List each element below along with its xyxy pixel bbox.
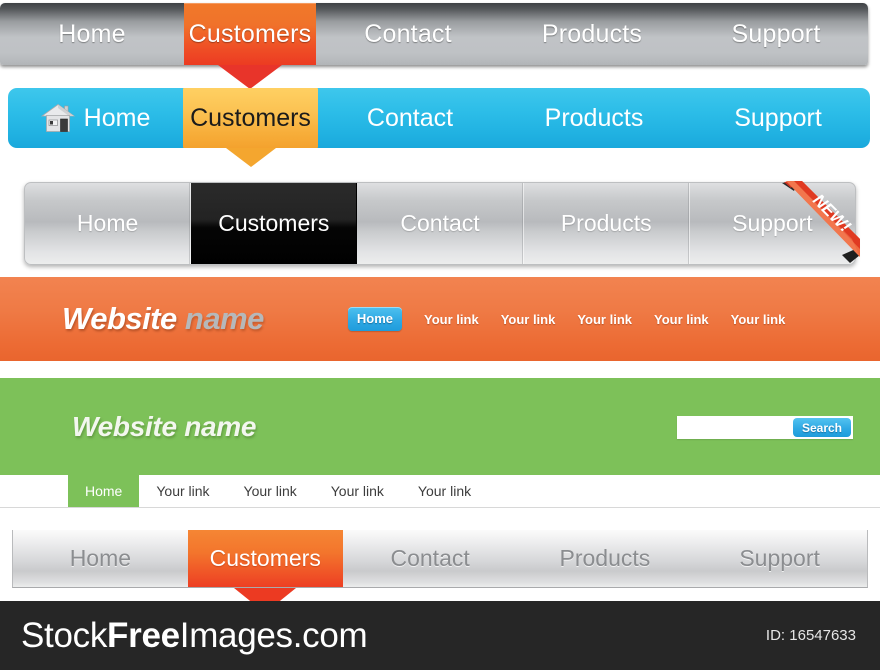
tab-your-link-3[interactable]: Your link [314, 475, 401, 507]
brand-part2: Free [107, 615, 180, 655]
nav-item-home[interactable]: Home [8, 88, 183, 148]
nav-item-label: Home [58, 19, 126, 48]
nav-item-label: Support [731, 19, 821, 48]
nav-item-label: Home [69, 545, 132, 571]
nav-item-products[interactable]: Products [524, 183, 690, 264]
nav-item-home[interactable]: Home [25, 183, 192, 264]
tab-label: Your link [156, 483, 210, 499]
image-id-label: ID: 16547633 [765, 627, 856, 644]
nav-item-contact[interactable]: Contact [316, 3, 500, 65]
nav-bar-silver-panel: Home Customers Contact Products Support [24, 182, 856, 265]
nav-item-label: Contact [366, 103, 454, 132]
search-box: Search [627, 416, 853, 439]
nav-item-products[interactable]: Products [500, 3, 684, 65]
nav-item-support[interactable]: Support [690, 183, 855, 264]
nav-item-label: Contact [390, 545, 470, 571]
nav-item-label: Customers [188, 19, 312, 48]
brand-part1: Stock [21, 615, 108, 655]
tab-label: Your link [243, 483, 297, 499]
nav-item-products[interactable]: Products [502, 88, 686, 148]
nav-item-home[interactable]: Home [0, 3, 184, 65]
nav-item-label: Support [732, 210, 813, 236]
nav-item-label: Products [541, 19, 643, 48]
nav-item-support[interactable]: Support [692, 530, 867, 587]
nav-item-contact[interactable]: Contact [318, 88, 502, 148]
site-logo: Website name [72, 410, 257, 442]
nav-item-support[interactable]: Support [684, 3, 868, 65]
site-logo: Website name [62, 301, 264, 337]
search-button[interactable]: Search [792, 418, 851, 437]
nav-item-label: Products [560, 210, 652, 236]
nav-item-support[interactable]: Support [686, 88, 870, 148]
nav-item-customers-active[interactable]: Customers [184, 3, 316, 89]
link-home-active[interactable]: Home [347, 307, 403, 331]
nav-item-contact[interactable]: Contact [357, 183, 524, 264]
watermark-footer: StockFreeImages.com ID: 16547633 [0, 601, 880, 670]
nav-bar-dark-grey: Home Customers Contact Products Support [0, 3, 868, 89]
header-links: Home Your link Your link Your link Your … [347, 307, 786, 331]
nav-bar-light-silver: Home Customers Contact Products Support [12, 530, 868, 613]
nav-item-label: Home [76, 210, 139, 236]
brand-part3: Images.com [179, 615, 368, 655]
nav-item-label: Customers [218, 210, 330, 236]
link-your-link-1[interactable]: Your link [424, 312, 479, 327]
active-pointer-triangle-icon [225, 148, 276, 167]
nav-item-label: Products [559, 545, 651, 571]
active-pointer-triangle-icon [218, 65, 282, 89]
nav-item-contact[interactable]: Contact [343, 530, 518, 587]
tab-label: Your link [417, 483, 472, 499]
tab-your-link-4[interactable]: Your link [401, 475, 488, 507]
nav-item-customers-active[interactable]: Customers [183, 88, 318, 167]
nav-item-label: Customers [190, 103, 311, 132]
tab-your-link-2[interactable]: Your link [227, 475, 314, 507]
header-green: Website name Search [0, 378, 880, 475]
search-input[interactable] [627, 417, 793, 438]
nav-item-label: Home [83, 103, 151, 132]
nav-item-products[interactable]: Products [518, 530, 693, 587]
brand-wordmark: StockFreeImages.com [21, 615, 368, 656]
nav-left-spacer [0, 475, 68, 507]
link-your-link-3[interactable]: Your link [577, 312, 632, 327]
nav-item-label: Products [544, 103, 644, 132]
nav-item-home[interactable]: Home [13, 530, 188, 587]
tab-label: Home [85, 483, 123, 499]
link-your-link-2[interactable]: Your link [501, 312, 556, 327]
screenshot-root: Home Customers Contact Products Support [0, 0, 880, 670]
tab-your-link-1[interactable]: Your link [139, 475, 226, 507]
header-orange: Website name Home Your link Your link Yo… [0, 277, 880, 361]
site-logo-part2: name [184, 301, 264, 336]
tab-home-active[interactable]: Home [68, 475, 140, 507]
nav-bar-green-tabs: Home Your link Your link Your link Your … [0, 475, 880, 508]
nav-bar-cyan: Home Customers Contact Products Support [8, 88, 870, 167]
tab-label: Your link [330, 483, 384, 499]
nav-item-label: Contact [364, 19, 452, 48]
nav-item-customers-active[interactable]: Customers [187, 530, 343, 613]
link-your-link-5[interactable]: Your link [731, 312, 786, 327]
nav-item-label: Customers [209, 545, 321, 571]
nav-item-customers-active[interactable]: Customers [191, 183, 358, 264]
site-logo-part1: Website [62, 301, 177, 336]
nav-item-label: Contact [400, 210, 480, 236]
nav-item-label: Support [739, 545, 820, 571]
nav-item-label: Support [734, 103, 822, 132]
house-icon [40, 103, 75, 133]
link-your-link-4[interactable]: Your link [654, 312, 709, 327]
nav-bar-silver-panel-wrap: Home Customers Contact Products Support … [24, 181, 860, 265]
